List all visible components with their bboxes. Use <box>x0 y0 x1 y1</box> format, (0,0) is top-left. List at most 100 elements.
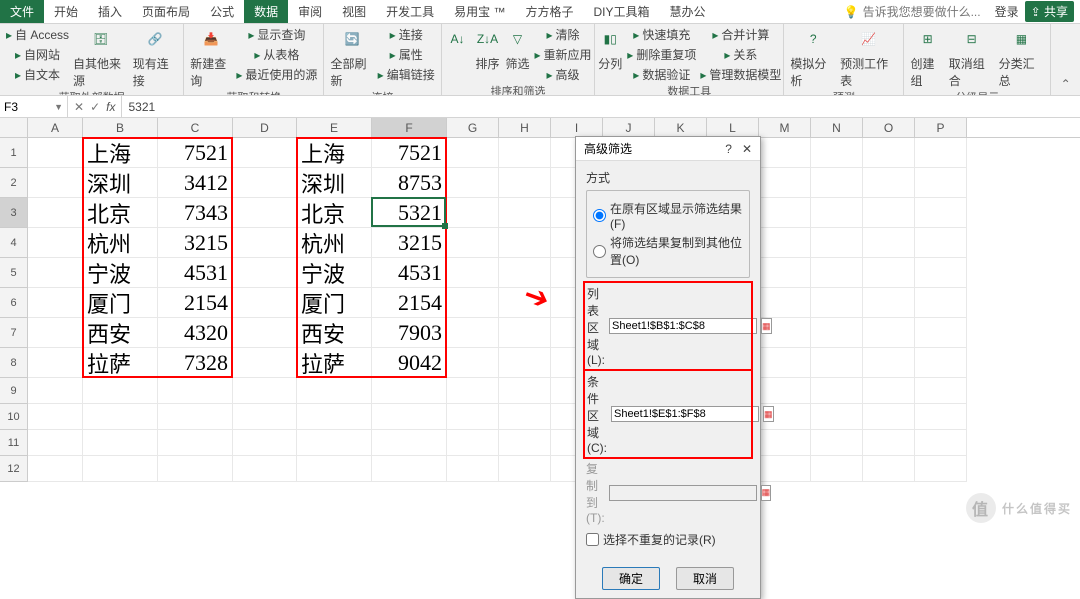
menu-item-10[interactable]: 方方格子 <box>515 0 583 23</box>
range-picker-icon[interactable]: ▦ <box>761 318 772 334</box>
ribbon-button[interactable]: ▮▯分列 <box>597 26 623 72</box>
cell[interactable] <box>915 228 967 258</box>
cells-area[interactable]: 上海7521深圳3412北京7343杭州3215宁波4531厦门2154西安43… <box>28 138 1080 508</box>
unique-records-option[interactable]: 选择不重复的记录(R) <box>586 531 750 548</box>
cell[interactable] <box>915 430 967 456</box>
cell[interactable] <box>28 138 83 168</box>
data-cell[interactable]: 杭州 <box>297 228 372 258</box>
ribbon-subitem[interactable]: ▸清除 <box>547 26 580 43</box>
cell[interactable] <box>158 430 233 456</box>
cell[interactable] <box>499 318 551 348</box>
ribbon-subitem[interactable]: ▸自 Access <box>6 26 69 43</box>
cell[interactable] <box>863 258 915 288</box>
ribbon-button[interactable]: ▸快速填充▸删除重复项▸数据验证 <box>627 26 696 83</box>
menu-item-3[interactable]: 页面布局 <box>132 0 200 23</box>
cell[interactable] <box>28 456 83 482</box>
cell[interactable] <box>759 430 811 456</box>
data-cell[interactable]: 3215 <box>372 228 447 258</box>
cell[interactable] <box>811 198 863 228</box>
cell[interactable] <box>447 430 499 456</box>
cell[interactable] <box>915 198 967 228</box>
cell[interactable] <box>863 456 915 482</box>
cell[interactable] <box>28 378 83 404</box>
cell[interactable] <box>863 318 915 348</box>
data-cell[interactable]: 西安 <box>297 318 372 348</box>
data-cell[interactable]: 2154 <box>158 288 233 318</box>
row-header[interactable]: 3 <box>0 198 28 228</box>
cell[interactable] <box>28 228 83 258</box>
dialog-titlebar[interactable]: 高级筛选 ? ✕ <box>576 137 760 161</box>
menu-item-9[interactable]: 易用宝 ™ <box>444 0 515 23</box>
cell[interactable] <box>759 456 811 482</box>
cell[interactable] <box>915 288 967 318</box>
chevron-down-icon[interactable]: ▼ <box>54 102 63 112</box>
ribbon-button[interactable]: ▸显示查询▸从表格▸最近使用的源 <box>236 26 317 83</box>
cell[interactable] <box>158 404 233 430</box>
data-cell[interactable]: 宁波 <box>297 258 372 288</box>
range-picker-icon[interactable]: ▦ <box>761 485 772 501</box>
data-cell[interactable]: 北京 <box>83 198 158 228</box>
cell[interactable] <box>863 378 915 404</box>
data-cell[interactable]: 上海 <box>297 138 372 168</box>
cell[interactable] <box>28 404 83 430</box>
data-cell[interactable]: 8753 <box>372 168 447 198</box>
option-copy-other[interactable]: 将筛选结果复制到其他位置(O) <box>593 234 743 268</box>
cell[interactable] <box>233 288 297 318</box>
ribbon-subitem[interactable]: ▸编辑链接 <box>378 66 435 83</box>
column-header[interactable]: E <box>297 118 372 137</box>
cell[interactable] <box>499 404 551 430</box>
cell[interactable] <box>158 378 233 404</box>
name-box[interactable]: F3 ▼ <box>0 96 68 117</box>
cell[interactable] <box>83 404 158 430</box>
cell[interactable] <box>863 168 915 198</box>
data-cell[interactable]: 厦门 <box>297 288 372 318</box>
cell[interactable] <box>83 430 158 456</box>
column-header[interactable]: N <box>811 118 863 137</box>
data-cell[interactable]: 9042 <box>372 348 447 378</box>
cell[interactable] <box>233 348 297 378</box>
cell[interactable] <box>863 288 915 318</box>
cell[interactable] <box>499 456 551 482</box>
data-cell[interactable]: 4531 <box>158 258 233 288</box>
ribbon-subitem[interactable]: ▸快速填充 <box>633 26 690 43</box>
data-cell[interactable]: 拉萨 <box>83 348 158 378</box>
menu-item-5[interactable]: 数据 <box>244 0 288 23</box>
cancel-button[interactable]: 取消 <box>676 567 734 590</box>
menu-item-7[interactable]: 视图 <box>332 0 376 23</box>
data-cell[interactable]: 7328 <box>158 348 233 378</box>
cell[interactable] <box>233 258 297 288</box>
column-header[interactable]: M <box>759 118 811 137</box>
cell[interactable] <box>233 404 297 430</box>
menu-item-8[interactable]: 开发工具 <box>376 0 444 23</box>
cell[interactable] <box>233 318 297 348</box>
cell[interactable] <box>447 228 499 258</box>
data-cell[interactable]: 杭州 <box>83 228 158 258</box>
radio-copy[interactable] <box>593 245 606 258</box>
cancel-icon[interactable]: ✕ <box>74 100 84 114</box>
row-header[interactable]: 7 <box>0 318 28 348</box>
ribbon-button[interactable]: 🗄自其他来源 <box>73 26 129 89</box>
cell[interactable] <box>233 456 297 482</box>
data-cell[interactable]: 3215 <box>158 228 233 258</box>
cell[interactable] <box>447 168 499 198</box>
ribbon-button[interactable]: 📈预测工作表 <box>840 26 897 89</box>
row-header[interactable]: 8 <box>0 348 28 378</box>
unique-checkbox[interactable] <box>586 533 599 546</box>
cell[interactable] <box>811 404 863 430</box>
row-header[interactable]: 5 <box>0 258 28 288</box>
cell[interactable] <box>83 378 158 404</box>
column-header[interactable]: B <box>83 118 158 137</box>
radio-in-place[interactable] <box>593 209 606 222</box>
select-all-corner[interactable] <box>0 118 28 137</box>
cell[interactable] <box>499 348 551 378</box>
cell[interactable] <box>811 456 863 482</box>
cell[interactable] <box>233 228 297 258</box>
data-cell[interactable]: 3412 <box>158 168 233 198</box>
cell[interactable] <box>28 168 83 198</box>
ribbon-subitem[interactable]: ▸删除重复项 <box>627 46 696 63</box>
cell[interactable] <box>499 198 551 228</box>
menu-item-2[interactable]: 插入 <box>88 0 132 23</box>
cell[interactable] <box>447 258 499 288</box>
ribbon-subitem[interactable]: ▸合并计算 <box>712 26 769 43</box>
ribbon-subitem[interactable]: ▸管理数据模型 <box>700 66 781 83</box>
